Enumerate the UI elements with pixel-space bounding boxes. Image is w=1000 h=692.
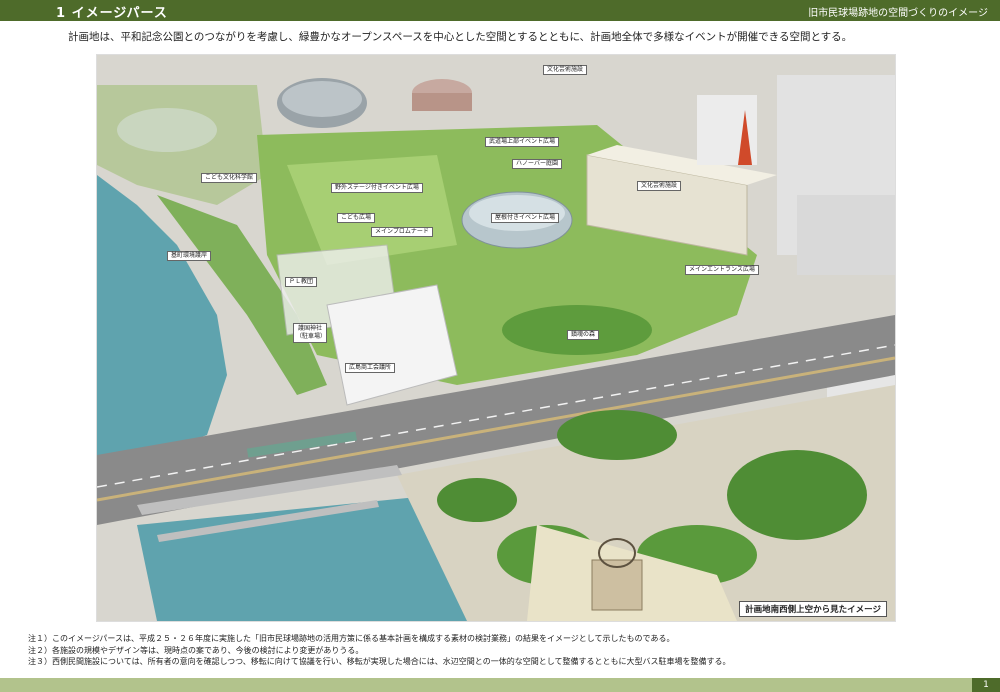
header-bar: 1 イメージパース 旧市民球場跡地の空間づくりのイメージ bbox=[0, 0, 1000, 21]
aerial-perspective-image: 文化芸術施設 こども文化科学館 野外ステージ付きイベント広場 こども広場 メイン… bbox=[96, 54, 896, 622]
label-forest-of-peace: 鎮魂の森 bbox=[567, 330, 600, 340]
label-budokan-upper-plaza: 武道場上部イベント広場 bbox=[485, 137, 560, 147]
notes: 注１）このイメージパースは、平成２５・２６年度に実施した「旧市民球場跡地の活用方… bbox=[28, 633, 730, 668]
image-caption: 計画地南西側上空から見たイメージ bbox=[739, 601, 887, 617]
label-children-science-museum: こども文化科学館 bbox=[201, 173, 258, 183]
note-2: 注２）各施設の規模やデザイン等は、現時点の案であり、今後の検討により変更がありう… bbox=[28, 645, 364, 655]
section-title: 1 イメージパース bbox=[56, 6, 168, 21]
label-outdoor-stage-plaza: 野外ステージ付きイベント広場 bbox=[331, 183, 423, 193]
label-pl-church: ＰＬ教団 bbox=[285, 277, 318, 287]
label-main-entrance-plaza: メインエントランス広場 bbox=[685, 265, 759, 275]
label-gokoku-shrine: 護国神社（駐車場） bbox=[293, 323, 327, 343]
label-kids-plaza: こども広場 bbox=[337, 213, 376, 223]
label-culture-art-facility: 文化芸術施設 bbox=[637, 181, 682, 191]
note-1: 注１）このイメージパースは、平成２５・２６年度に実施した「旧市民球場跡地の活用方… bbox=[28, 634, 675, 643]
label-culture-art-top: 文化芸術施設 bbox=[543, 65, 588, 75]
page-number: 1 bbox=[972, 678, 1000, 692]
footer-bar: 1 bbox=[0, 678, 1000, 692]
label-hanover-garden: ハノーバー庭園 bbox=[512, 159, 562, 169]
document-subtitle: 旧市民球場跡地の空間づくりのイメージ bbox=[808, 8, 988, 19]
label-roofed-event-plaza: 屋根付きイベント広場 bbox=[491, 213, 560, 223]
intro-text: 計画地は、平和記念公園とのつながりを考慮し、緑豊かなオープンスペースを中心とした… bbox=[68, 31, 853, 43]
label-chamber-of-commerce: 広島商工会議所 bbox=[345, 363, 396, 373]
label-river-care: 基町環境護岸 bbox=[167, 251, 212, 261]
label-main-promenade: メインプロムナード bbox=[371, 227, 433, 237]
note-3: 注３）西側民間施設については、所有者の意向を確認しつつ、移転に向けて協議を行い、… bbox=[28, 657, 731, 666]
